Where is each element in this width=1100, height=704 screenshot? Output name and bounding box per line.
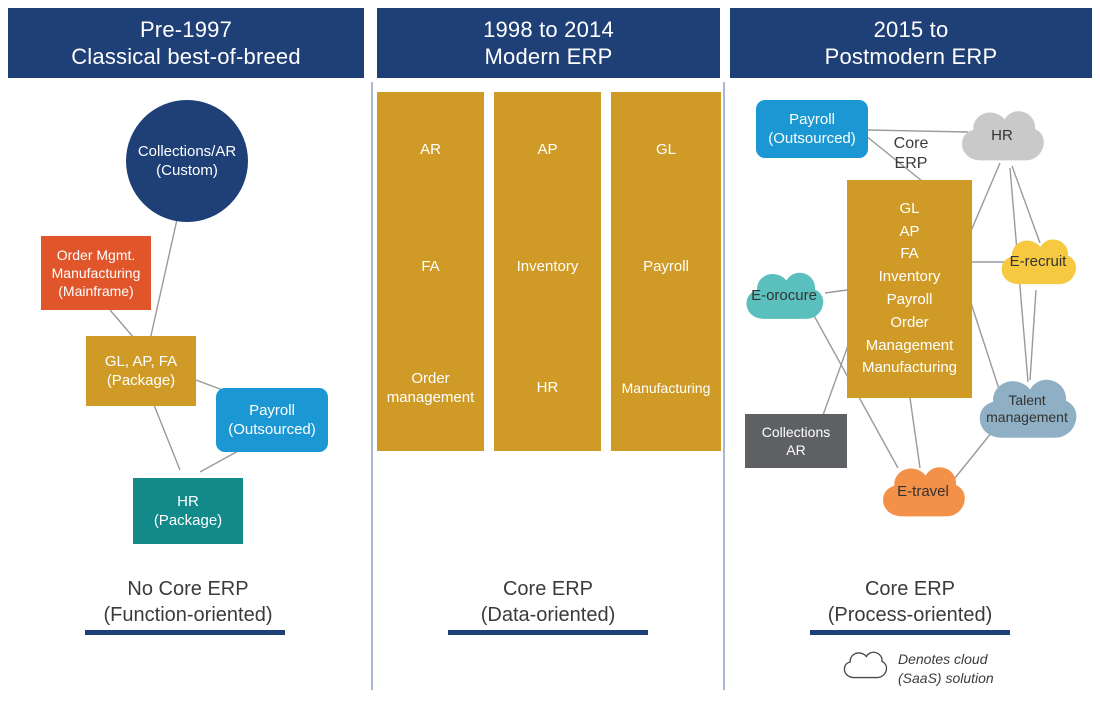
node-line-2: AR [786,442,806,458]
e-travel-cloud[interactable]: E-travel [878,459,968,525]
column-header-2015-postmodern: 2015 to Postmodern ERP [730,8,1092,78]
caption-col2: Core ERP (Data-oriented) [388,576,708,628]
column-header-1998-2014: 1998 to 2014 Modern ERP [377,8,720,78]
node-line-2: (Custom) [156,162,218,179]
header-line-1: 2015 to [873,16,949,42]
caption-line-1: No Core ERP [127,578,249,600]
node-collections-ar-custom[interactable]: Collections/AR (Custom) [126,100,248,222]
caption-rule-col1 [85,630,285,635]
tile-fa[interactable]: FA [377,209,484,326]
tile-ar[interactable]: AR [377,92,484,209]
caption-line-2: (Data-oriented) [480,604,616,626]
erp-evolution-diagram: Pre-1997 Classical best-of-breed 1998 to… [0,0,1100,704]
core-erp-label-line-1: Core [893,135,929,152]
header-line-2: Classical best-of-breed [71,44,301,69]
cloud-shape [746,272,824,319]
hr-cloud[interactable]: HR [958,103,1046,169]
node-collections-ar-postmodern[interactable]: Collections AR [745,414,847,468]
divider-col1-col2 [371,82,373,690]
column-header-pre-1997: Pre-1997 Classical best-of-breed [8,8,364,78]
core-erp-item: GL [899,199,920,217]
cloud-shape [962,111,1044,161]
node-line-3: (Mainframe) [58,283,134,300]
node-line-2: (Package) [153,512,223,529]
legend-text: Denotes cloud (SaaS) solution [898,650,1078,688]
tile-manufacturing[interactable]: Manufacturing [611,326,721,451]
node-line-2: (Outsourced) [768,130,856,147]
core-erp-label-line-2: ERP [894,155,928,172]
caption-col3: Core ERP (Process-oriented) [748,576,1072,628]
caption-col1: No Core ERP (Function-oriented) [28,576,348,628]
node-order-mgmt-manufacturing-mainframe[interactable]: Order Mgmt. Manufacturing (Mainframe) [41,236,151,310]
tile-inventory[interactable]: Inventory [494,209,601,326]
header-line-2: Postmodern ERP [824,44,998,69]
node-line-1: Payroll [249,401,295,419]
node-hr-package[interactable]: HR (Package) [133,478,243,544]
node-line-2: Manufacturing [51,264,141,281]
tile-payroll[interactable]: Payroll [611,209,721,326]
node-line-1: GL, AP, FA [104,352,178,370]
e-orocure-cloud[interactable]: E-orocure [741,265,827,327]
core-erp-box[interactable]: GL AP FA Inventory Payroll Order Managem… [847,180,972,398]
caption-line-1: Core ERP [864,578,956,600]
legend-line-2: (SaaS) solution [898,669,994,686]
caption-line-2: (Process-oriented) [827,604,993,626]
core-erp-item: Order [890,313,929,331]
core-erp-label: Core ERP [880,134,942,174]
talent-management-cloud[interactable]: Talent management [975,370,1079,448]
caption-line-2: (Function-oriented) [103,604,273,626]
cloud-shape [1001,239,1077,285]
tile-order-management[interactable]: Order management [377,326,484,451]
node-line-2: (Package) [106,372,176,389]
legend-line-1: Denotes cloud [898,651,988,667]
caption-line-1: Core ERP [502,578,594,600]
node-payroll-outsourced-postmodern[interactable]: Payroll (Outsourced) [756,100,868,158]
core-erp-item: FA [900,245,919,263]
node-line-1: Order Mgmt. [56,246,136,263]
cloud-shape [883,467,965,517]
node-payroll-outsourced[interactable]: Payroll (Outsourced) [216,388,328,452]
header-line-2: Modern ERP [484,44,613,69]
tile-gl[interactable]: GL [611,92,721,209]
cloud-shape [979,379,1077,438]
core-erp-item: Inventory [878,268,941,286]
header-line-1: Pre-1997 [139,16,233,42]
node-gl-ap-fa-package[interactable]: GL, AP, FA (Package) [86,336,196,406]
core-erp-item: Manufacturing [861,359,958,377]
core-erp-item: Payroll [886,291,933,308]
tile-ap[interactable]: AP [494,92,601,209]
node-line-1: Collections [761,423,831,440]
caption-rule-col3 [810,630,1010,635]
node-line-1: HR [177,492,199,510]
node-line-1: Payroll [789,110,835,128]
node-line-1: Collections/AR [137,142,237,160]
core-erp-item: AP [899,222,920,240]
core-erp-item: Management [865,336,954,354]
cloud-outline-icon [843,651,888,679]
divider-col2-col3 [723,82,725,690]
header-line-1: 1998 to 2014 [483,16,614,42]
legend-cloud-icon [838,648,892,682]
tile-hr[interactable]: HR [494,326,601,451]
e-recruit-cloud[interactable]: E-recruit [996,232,1080,292]
node-line-2: (Outsourced) [228,421,316,438]
caption-rule-col2 [448,630,648,635]
